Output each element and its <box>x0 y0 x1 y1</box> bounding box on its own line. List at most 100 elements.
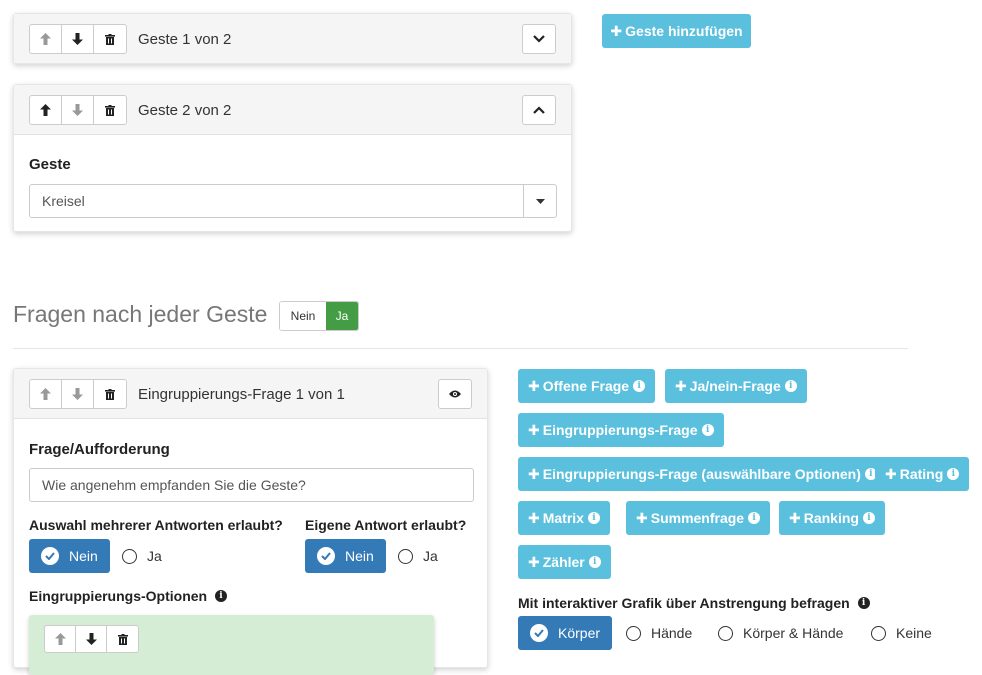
trash-icon <box>105 104 115 116</box>
effort-question-label: Mit interaktiver Grafik über Anstrengung… <box>518 595 870 611</box>
gesture-panel-2-header: Geste 2 von 2 <box>14 85 571 135</box>
check-circle-icon <box>41 547 59 565</box>
move-down-button[interactable] <box>62 25 94 53</box>
add-yes-no-question-button[interactable]: ✚ Ja/nein-Frage <box>665 369 807 403</box>
gesture-panel-1-header: Geste 1 von 2 <box>14 14 571 63</box>
chevron-down-icon <box>533 35 545 43</box>
multi-answer-yes-option[interactable]: Ja <box>122 539 162 573</box>
add-matrix-question-button[interactable]: ✚ Matrix <box>518 501 610 535</box>
questions-heading: Fragen nach jeder Geste <box>13 301 268 327</box>
plus-icon: ✚ <box>528 377 540 394</box>
delete-button[interactable] <box>107 626 138 652</box>
trash-icon <box>105 388 115 400</box>
question-panel: Eingruppierungs-Frage 1 von 1 Frage/Auff… <box>13 368 488 675</box>
arrow-down-icon <box>72 104 83 116</box>
rating-question-label: Rating <box>899 466 944 482</box>
plus-icon: ✚ <box>528 553 540 570</box>
info-icon <box>748 512 761 524</box>
questions-toggle: Nein Ja <box>279 301 359 331</box>
effort-option-none[interactable]: Keine <box>871 616 932 650</box>
gesture-select-value: Kreisel <box>42 193 85 209</box>
move-up-button[interactable] <box>30 380 62 408</box>
open-question-label: Offene Frage <box>542 378 630 394</box>
multi-answer-label: Auswahl mehrerer Antworten erlaubt? <box>29 517 283 533</box>
effort-option-body[interactable]: Körper <box>518 616 613 650</box>
arrow-up-icon <box>40 33 51 45</box>
trash-icon <box>117 633 128 645</box>
add-gesture-button[interactable]: ✚ Geste hinzufügen <box>602 14 751 48</box>
questions-toggle-yes[interactable]: Ja <box>326 302 358 330</box>
gesture-2-reorder-group <box>29 95 127 125</box>
add-ranking-question-button[interactable]: ✚ Ranking <box>779 501 885 535</box>
delete-button[interactable] <box>94 25 126 53</box>
prompt-input[interactable]: Wie angenehm empfanden Sie die Geste? <box>29 468 474 502</box>
grouping-options-label: Eingruppierungs-Optionen <box>29 588 227 604</box>
radio-empty-icon <box>398 548 413 564</box>
info-icon[interactable] <box>215 590 227 602</box>
add-sum-question-button[interactable]: ✚ Summenfrage <box>626 501 771 535</box>
plus-icon: ✚ <box>675 377 687 394</box>
effort-option-none-label: Keine <box>896 625 932 641</box>
move-down-button[interactable] <box>62 380 94 408</box>
info-icon <box>862 512 875 524</box>
gesture-panel-1-title: Geste 1 von 2 <box>138 30 232 48</box>
multi-answer-yes-label: Ja <box>147 548 162 564</box>
yes-no-question-label: Ja/nein-Frage <box>689 378 781 394</box>
caret-down-icon <box>535 198 545 204</box>
effort-question-label-text: Mit interaktiver Grafik über Anstrengung… <box>518 595 850 611</box>
add-rating-question-button[interactable]: ✚ Rating <box>875 457 970 491</box>
check-circle-icon <box>317 547 335 565</box>
radio-empty-icon <box>122 548 137 564</box>
plus-icon: ✚ <box>636 509 648 526</box>
add-open-question-button[interactable]: ✚ Offene Frage <box>518 369 656 403</box>
multi-answer-no-label: Nein <box>69 548 98 564</box>
arrow-down-icon <box>85 633 97 645</box>
grouping-options-question-label: Eingruppierungs-Frage (auswählbare Optio… <box>542 466 861 482</box>
arrow-down-icon <box>72 388 83 400</box>
gesture-panel-1: Geste 1 von 2 <box>13 13 572 64</box>
preview-button[interactable] <box>438 379 472 409</box>
sum-question-label: Summenfrage <box>650 510 745 526</box>
effort-option-body-hands[interactable]: Körper & Hände <box>718 616 843 650</box>
move-down-button[interactable] <box>76 626 107 652</box>
add-grouping-question-button[interactable]: ✚ Eingruppierungs-Frage <box>518 413 724 447</box>
own-answer-yes-option[interactable]: Ja <box>398 539 438 573</box>
question-reorder-group <box>29 379 127 409</box>
eye-icon <box>449 390 461 398</box>
collapse-button[interactable] <box>522 95 556 125</box>
move-up-button[interactable] <box>30 96 62 124</box>
question-panel-header: Eingruppierungs-Frage 1 von 1 <box>14 369 487 419</box>
multi-answer-no-option[interactable]: Nein <box>29 539 110 573</box>
move-down-button[interactable] <box>62 96 94 124</box>
expand-button[interactable] <box>522 24 556 54</box>
add-gesture-label: Geste hinzufügen <box>625 23 743 39</box>
effort-option-hands-label: Hände <box>651 625 693 641</box>
own-answer-label: Eigene Antwort erlaubt? <box>305 517 467 533</box>
effort-option-body-label: Körper <box>558 625 601 641</box>
arrow-down-icon <box>72 33 83 45</box>
effort-option-body-hands-label: Körper & Hände <box>743 625 844 641</box>
questions-toggle-no[interactable]: Nein <box>280 302 326 330</box>
delete-button[interactable] <box>94 96 126 124</box>
effort-option-hands[interactable]: Hände <box>626 616 692 650</box>
add-grouping-options-question-button[interactable]: ✚ Eingruppierungs-Frage (auswählbare Opt… <box>518 457 887 491</box>
gesture-select[interactable]: Kreisel <box>29 184 557 218</box>
info-icon <box>588 556 601 568</box>
add-counter-question-button[interactable]: ✚ Zähler <box>518 545 611 579</box>
move-up-button[interactable] <box>45 626 76 652</box>
prompt-input-value: Wie angenehm empfanden Sie die Geste? <box>42 477 306 493</box>
grouping-option-card <box>29 615 434 675</box>
prompt-label: Frage/Aufforderung <box>29 441 170 458</box>
move-up-button[interactable] <box>30 25 62 53</box>
own-answer-no-option[interactable]: Nein <box>305 539 386 573</box>
plus-icon: ✚ <box>789 509 801 526</box>
info-icon <box>633 380 646 392</box>
own-answer-no-label: Nein <box>345 548 374 564</box>
info-icon[interactable] <box>857 597 870 609</box>
delete-button[interactable] <box>94 380 126 408</box>
gesture-panel-2: Geste 2 von 2 Geste Kreisel <box>13 84 572 232</box>
counter-question-label: Zähler <box>542 554 585 570</box>
gesture-select-toggle[interactable] <box>523 185 556 217</box>
arrow-up-icon <box>54 633 66 645</box>
grouping-options-label-text: Eingruppierungs-Optionen <box>29 588 208 604</box>
